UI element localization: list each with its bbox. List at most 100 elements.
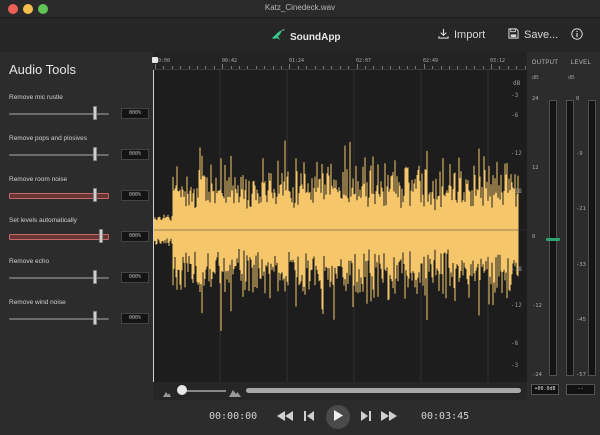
timeline-tick	[432, 66, 434, 69]
import-button[interactable]: Import	[438, 28, 485, 42]
save-label: Save...	[524, 29, 559, 41]
play-button[interactable]	[326, 405, 350, 429]
level-scale-label: -57	[576, 372, 586, 378]
waveform	[153, 70, 527, 382]
timeline-tick	[331, 66, 333, 69]
timeline-tick	[264, 66, 266, 69]
tool-row: Remove room noise 000%	[9, 176, 149, 210]
timeline-tick	[423, 64, 425, 69]
playhead-handle[interactable]	[152, 57, 158, 63]
timeline-tick	[289, 64, 291, 69]
timeline-tick	[491, 64, 492, 69]
current-time: 00:00:00	[209, 411, 258, 422]
timeline-tick	[415, 66, 417, 69]
zoom-slider-thumb[interactable]	[176, 385, 187, 395]
output-readout: +00.0dB	[531, 384, 559, 395]
waveform-path	[153, 140, 519, 331]
title-bar: Katz_Cinedeck.wav	[0, 0, 600, 18]
hummingbird-logo-icon	[270, 27, 286, 48]
tool-value[interactable]: 000%	[121, 231, 149, 242]
waveform-view[interactable]: 00:00 00:42 01:24 02:07 02:49 03:12 dB -3 -6 -12…	[152, 52, 527, 382]
timeline-label: 02:07	[356, 58, 372, 64]
tool-row: Remove mic rustle 000%	[9, 94, 149, 128]
download-icon	[438, 28, 449, 42]
waveform-db-label: -6	[511, 340, 519, 347]
timeline-tick	[272, 66, 274, 69]
timeline-tick	[440, 66, 442, 69]
timeline-tick	[356, 64, 358, 69]
output-fader-knob[interactable]	[546, 238, 560, 241]
timeline-tick	[239, 66, 240, 69]
level-scale-label: -21	[576, 206, 586, 213]
waveform-db-label: -3	[511, 92, 519, 99]
tool-label: Remove pops and plosives	[9, 135, 88, 142]
output-scale-label: 24	[532, 96, 539, 102]
rewind-button[interactable]	[275, 408, 295, 426]
timeline-tick	[407, 66, 408, 69]
skip-to-start-button[interactable]	[299, 408, 319, 426]
timeline-scrollbar[interactable]	[246, 388, 521, 393]
tool-slider-thumb[interactable]	[93, 270, 97, 284]
timeline-tick	[197, 66, 198, 69]
tool-slider-thumb[interactable]	[99, 229, 103, 243]
timeline-tick	[230, 66, 232, 69]
timeline-tick	[381, 66, 383, 69]
waveform-db-unit: dB	[513, 80, 521, 87]
timeline-label: 03:12	[490, 58, 506, 64]
waveform-db-label: -18	[511, 188, 522, 195]
floppy-disk-icon	[508, 28, 519, 42]
tool-value[interactable]: 000%	[121, 190, 149, 201]
tool-value[interactable]: 000%	[121, 108, 149, 119]
fast-forward-button[interactable]	[379, 408, 399, 426]
tool-value[interactable]: 000%	[121, 313, 149, 324]
skip-to-end-button[interactable]	[356, 408, 376, 426]
timeline-tick	[482, 66, 484, 69]
timeline-tick	[465, 66, 467, 69]
tool-value[interactable]: 000%	[121, 149, 149, 160]
overview-bar	[153, 382, 527, 400]
brand: SoundApp	[270, 27, 341, 48]
timeline-tick	[314, 66, 316, 69]
timeline-tick	[247, 66, 249, 69]
level-scale-label: -45	[576, 316, 586, 323]
waveform-db-label: -12	[511, 150, 522, 157]
tool-slider-thumb[interactable]	[93, 188, 97, 202]
tool-row: Remove echo 000%	[9, 258, 149, 292]
zoom-slider-track[interactable]	[181, 390, 226, 392]
window-title: Katz_Cinedeck.wav	[264, 3, 336, 12]
timeline-tick	[348, 66, 350, 69]
timeline-tick	[171, 66, 173, 69]
timeline-ruler[interactable]: 00:00 00:42 01:24 02:07 02:49 03:12	[153, 52, 527, 70]
output-scale-label: 0	[532, 234, 536, 240]
timeline-tick	[499, 66, 501, 69]
save-button[interactable]: Save...	[508, 28, 558, 42]
level-scale-label: 0	[576, 96, 580, 102]
level-meter-track-left	[566, 100, 574, 376]
tool-slider-thumb[interactable]	[93, 311, 97, 325]
tool-label: Set levels automatically	[9, 217, 77, 224]
tool-slider-track[interactable]	[9, 234, 109, 240]
output-scale-label: -12	[532, 303, 542, 309]
timeline-tick	[255, 66, 257, 69]
playhead[interactable]	[152, 57, 158, 382]
timeline-tick	[449, 66, 450, 69]
timeline-label: 02:49	[423, 58, 439, 64]
tool-slider-thumb[interactable]	[93, 147, 97, 161]
tool-label: Remove room noise	[9, 176, 68, 183]
timeline-tick	[398, 66, 400, 69]
rewind-icon	[277, 408, 293, 426]
waveform-db-label: -6	[511, 112, 519, 119]
level-readout: --	[566, 384, 595, 395]
tool-slider-thumb[interactable]	[93, 106, 97, 120]
timeline-label: 01:24	[289, 58, 305, 64]
skip-forward-icon	[361, 408, 371, 426]
timeline-tick	[339, 66, 341, 69]
timeline-tick	[188, 66, 190, 69]
timeline-tick	[474, 66, 476, 69]
timeline-tick	[457, 66, 459, 69]
output-scale-label: -24	[532, 372, 542, 378]
import-label: Import	[454, 29, 486, 41]
tool-value[interactable]: 000%	[121, 272, 149, 283]
level-meter-title: LEVEL	[570, 60, 592, 66]
info-button[interactable]	[571, 28, 583, 43]
